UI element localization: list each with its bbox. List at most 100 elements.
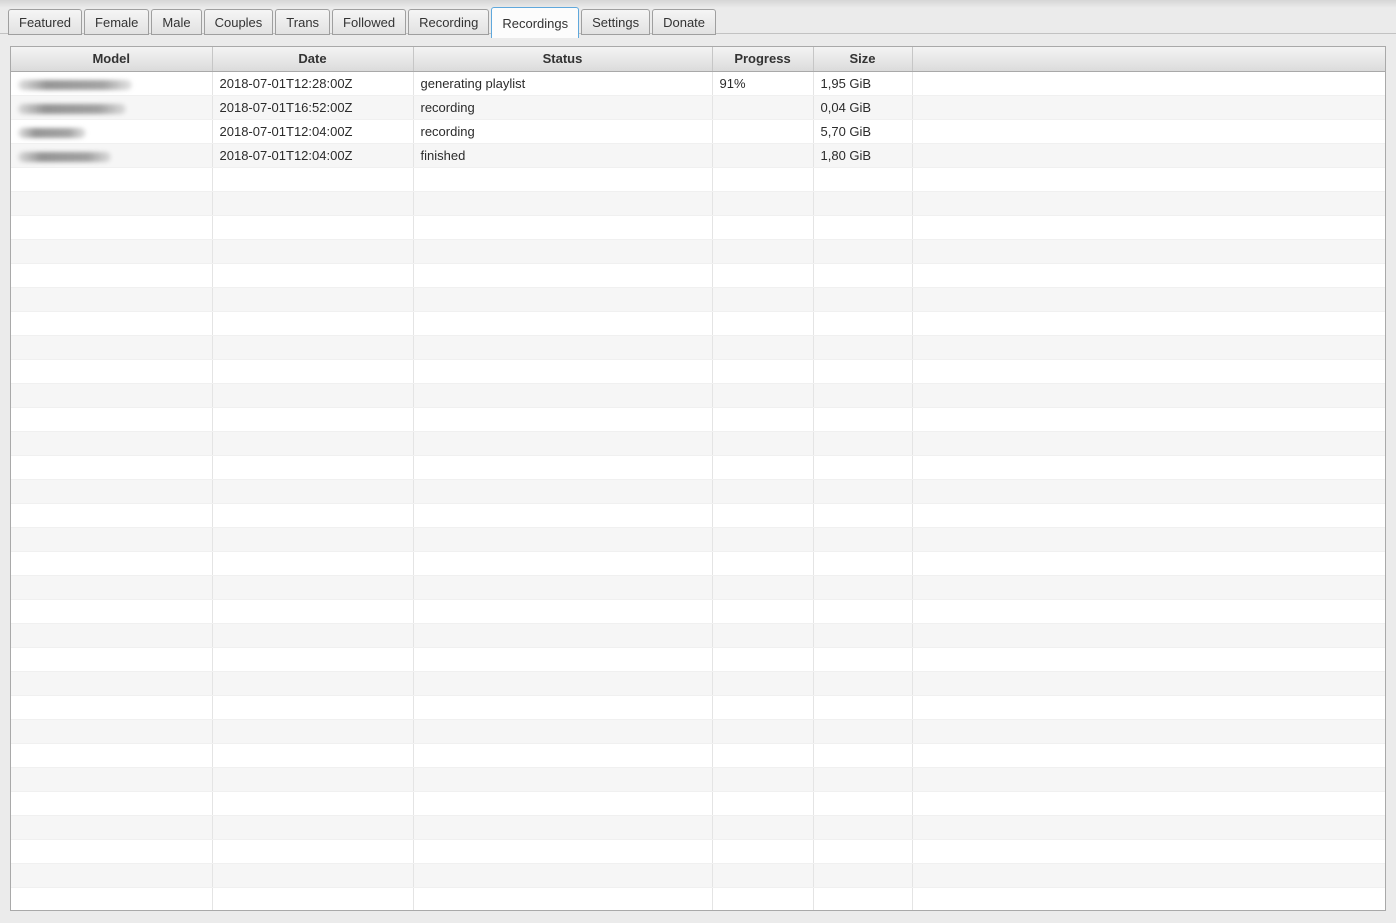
column-header-model[interactable]: Model	[11, 47, 213, 72]
table-row[interactable]: 2018-07-01T12:04:00Z finished 1,80 GiB	[11, 143, 1385, 168]
recordings-table: Model Date Status Progress Size 2018-07-01T1…	[11, 47, 1385, 910]
date-cell	[212, 551, 414, 576]
table-row[interactable]: 2018-07-01T12:28:00Z generating playlist 9…	[11, 71, 1385, 96]
model-cell	[11, 167, 213, 192]
table-row-empty	[11, 623, 1385, 648]
date-cell	[212, 695, 414, 720]
model-cell	[11, 71, 213, 96]
date-cell	[212, 671, 414, 696]
spacer-cell	[912, 551, 1385, 576]
size-cell	[813, 383, 913, 408]
table-row-empty	[11, 263, 1385, 288]
status-cell: generating playlist	[413, 71, 713, 96]
tab-followed[interactable]: Followed	[332, 9, 407, 35]
progress-cell	[712, 407, 814, 432]
date-cell	[212, 263, 414, 288]
model-cell	[11, 335, 213, 360]
model-cell	[11, 215, 213, 240]
column-header-size[interactable]: Size	[813, 47, 913, 72]
date-cell	[212, 839, 414, 864]
progress-cell	[712, 287, 814, 312]
spacer-cell	[912, 311, 1385, 336]
spacer-cell	[912, 191, 1385, 216]
tab-recordings[interactable]: Recordings	[491, 7, 580, 38]
table-row-empty	[11, 167, 1385, 192]
table-row[interactable]: 2018-07-01T16:52:00Z recording 0,04 GiB	[11, 95, 1385, 120]
model-cell	[11, 671, 213, 696]
spacer-cell	[912, 863, 1385, 888]
redacted-model-name	[18, 80, 132, 91]
model-cell	[11, 527, 213, 552]
date-cell	[212, 167, 414, 192]
status-cell: recording	[413, 119, 713, 144]
model-cell	[11, 383, 213, 408]
status-cell	[413, 815, 713, 840]
table-row-empty	[11, 191, 1385, 216]
table-row-empty	[11, 815, 1385, 840]
progress-cell	[712, 143, 814, 168]
size-cell	[813, 767, 913, 792]
tab-settings[interactable]: Settings	[581, 9, 651, 35]
progress-cell	[712, 791, 814, 816]
tab-label: Recording	[419, 14, 479, 30]
column-header-progress[interactable]: Progress	[712, 47, 814, 72]
size-cell	[813, 887, 913, 910]
progress-cell	[712, 767, 814, 792]
size-cell	[813, 599, 913, 624]
progress-cell	[712, 431, 814, 456]
table-row-empty	[11, 527, 1385, 552]
progress-cell	[712, 311, 814, 336]
tab-male[interactable]: Male	[151, 9, 202, 35]
date-cell: 2018-07-01T12:28:00Z	[212, 71, 414, 96]
date-cell	[212, 863, 414, 888]
column-header-status[interactable]: Status	[413, 47, 713, 72]
column-header-date[interactable]: Date	[212, 47, 414, 72]
tab-trans[interactable]: Trans	[275, 9, 331, 35]
progress-cell	[712, 527, 814, 552]
tab-label: Donate	[663, 14, 706, 30]
tab-female[interactable]: Female	[84, 9, 150, 35]
tab-recording[interactable]: Recording	[408, 9, 490, 35]
size-cell	[813, 167, 913, 192]
tab-couples[interactable]: Couples	[203, 9, 274, 35]
size-cell	[813, 551, 913, 576]
spacer-cell	[912, 599, 1385, 624]
tab-bar: Featured Female Male Couples Trans Followed Re…	[8, 0, 1396, 38]
size-cell	[813, 791, 913, 816]
tab-donate[interactable]: Donate	[652, 9, 717, 35]
status-cell	[413, 575, 713, 600]
spacer-cell	[912, 167, 1385, 192]
table-row[interactable]: 2018-07-01T12:04:00Z recording 5,70 GiB	[11, 119, 1385, 144]
date-cell	[212, 455, 414, 480]
spacer-cell	[912, 335, 1385, 360]
date-cell	[212, 719, 414, 744]
progress-cell	[712, 479, 814, 504]
model-cell	[11, 719, 213, 744]
tab-featured[interactable]: Featured	[8, 9, 83, 35]
table-row-empty	[11, 455, 1385, 480]
date-cell	[212, 191, 414, 216]
model-cell	[11, 863, 213, 888]
table-row-empty	[11, 311, 1385, 336]
status-cell	[413, 407, 713, 432]
table-row-empty	[11, 479, 1385, 504]
status-cell	[413, 239, 713, 264]
model-cell	[11, 623, 213, 648]
date-cell	[212, 743, 414, 768]
date-cell	[212, 767, 414, 792]
column-header-empty[interactable]	[912, 47, 1385, 72]
date-cell	[212, 359, 414, 384]
spacer-cell	[912, 215, 1385, 240]
size-cell	[813, 623, 913, 648]
progress-cell	[712, 695, 814, 720]
date-cell	[212, 503, 414, 528]
date-cell	[212, 431, 414, 456]
progress-cell	[712, 551, 814, 576]
tab-label: Couples	[214, 14, 263, 30]
date-cell	[212, 215, 414, 240]
table-row-empty	[11, 647, 1385, 672]
size-cell	[813, 407, 913, 432]
model-cell	[11, 119, 213, 144]
date-cell	[212, 791, 414, 816]
table-row-empty	[11, 287, 1385, 312]
